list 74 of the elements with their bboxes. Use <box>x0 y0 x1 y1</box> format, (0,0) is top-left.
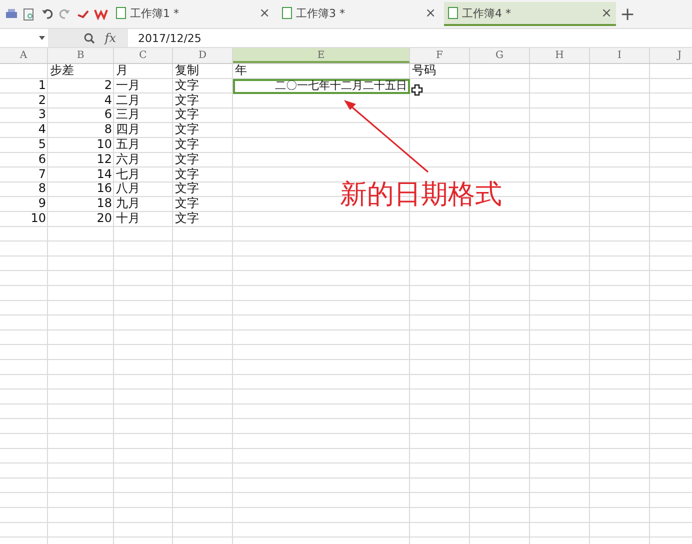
column-header[interactable]: I <box>590 48 650 63</box>
table-cell-text: 10 <box>30 212 47 227</box>
table-cell-text: 九月 <box>115 197 141 212</box>
table-cell-text: 文字 <box>174 182 200 196</box>
table-cell-text: 5 <box>37 138 47 153</box>
table-cell-text: 十月 <box>115 212 141 227</box>
table-cell-text: 2 <box>37 94 47 108</box>
w-logo-icon[interactable] <box>94 7 108 21</box>
close-icon[interactable]: × <box>259 6 270 20</box>
table-cell-text: 五月 <box>115 138 141 153</box>
table-cell-text: 一月 <box>115 78 141 94</box>
table-cell-text: 二月 <box>115 94 141 108</box>
table-cell-text: 年 <box>234 64 248 79</box>
column-header[interactable]: G <box>470 48 530 63</box>
annotation-text: 新的日期格式 <box>340 178 502 212</box>
column-header[interactable]: A <box>0 48 48 63</box>
table-cell-text: 4 <box>103 94 113 108</box>
workbook-tab[interactable]: 工作簿3 * × <box>278 2 440 26</box>
table-cell-text: 文字 <box>174 138 200 152</box>
table-cell-text: 文字 <box>174 78 200 94</box>
column-header[interactable]: F <box>410 48 470 63</box>
table-cell-text: 文字 <box>174 108 200 122</box>
sheet-icon <box>116 7 126 19</box>
column-header[interactable]: J <box>650 48 692 63</box>
table-cell: 二〇一七年十二月二十五日 <box>233 78 410 94</box>
close-icon[interactable]: × <box>601 6 612 20</box>
function-button[interactable]: fx <box>104 31 116 45</box>
table-cell-text: 文字 <box>174 123 200 138</box>
sheet-icon <box>282 7 292 19</box>
preview-icon[interactable] <box>22 7 36 21</box>
table-cell-text: 复制 <box>174 64 200 78</box>
table-cell-text: 6 <box>103 108 113 124</box>
table-cell-text: 10 <box>96 138 113 153</box>
table-cell-text: 文字 <box>174 152 200 168</box>
table-cell-text: 文字 <box>174 197 200 212</box>
table-cell-text: 3 <box>37 108 47 124</box>
table-cell-text: 月 <box>115 64 129 79</box>
search-icon[interactable] <box>84 32 95 44</box>
table-cell-text: 号码 <box>411 64 437 79</box>
sheet-icon <box>448 7 458 19</box>
table-cell-text: 18 <box>96 197 113 212</box>
table-cell-text: 9 <box>37 197 47 212</box>
table-cell-text: 14 <box>96 168 113 182</box>
table-cell-text: 6 <box>37 152 47 168</box>
workbook-tab[interactable]: 工作簿4 * × <box>444 2 616 26</box>
table-cell-text: 文字 <box>174 168 200 182</box>
print-icon[interactable] <box>4 7 18 21</box>
workbook-tab[interactable]: 工作簿1 * × <box>112 2 274 26</box>
undo-icon[interactable] <box>40 7 54 21</box>
new-tab-button[interactable]: + <box>620 4 636 24</box>
column-header[interactable]: C <box>114 48 173 63</box>
table-cell-text: 四月 <box>115 123 141 138</box>
table-cell-text: 8 <box>37 182 47 198</box>
column-header[interactable]: H <box>530 48 590 63</box>
table-cell-text: 4 <box>37 123 47 138</box>
table-cell-text: 16 <box>96 182 113 198</box>
table-cell-text: 八月 <box>115 182 141 197</box>
table-cell-text: 2 <box>103 78 113 94</box>
table-cell-text: 20 <box>96 212 113 227</box>
table-cell-text: 7 <box>37 168 47 182</box>
table-cell-text: 8 <box>103 123 113 138</box>
formula-input[interactable]: 2017/12/25 <box>128 32 692 44</box>
table-cell-text: 三月 <box>115 108 141 124</box>
cross-cursor-icon <box>411 84 423 96</box>
close-icon[interactable]: × <box>425 6 436 20</box>
table-cell-text: 七月 <box>115 168 141 182</box>
table-cell-text: 六月 <box>115 152 141 168</box>
table-cell-text: 文字 <box>174 212 200 227</box>
table-cell-text: 1 <box>37 78 47 94</box>
column-header[interactable]: B <box>48 48 114 63</box>
table-cell-text: 文字 <box>174 94 200 108</box>
table-cell-text: 步差 <box>49 64 75 79</box>
column-header[interactable]: E <box>233 48 410 63</box>
table-cell-text: 12 <box>96 152 113 168</box>
